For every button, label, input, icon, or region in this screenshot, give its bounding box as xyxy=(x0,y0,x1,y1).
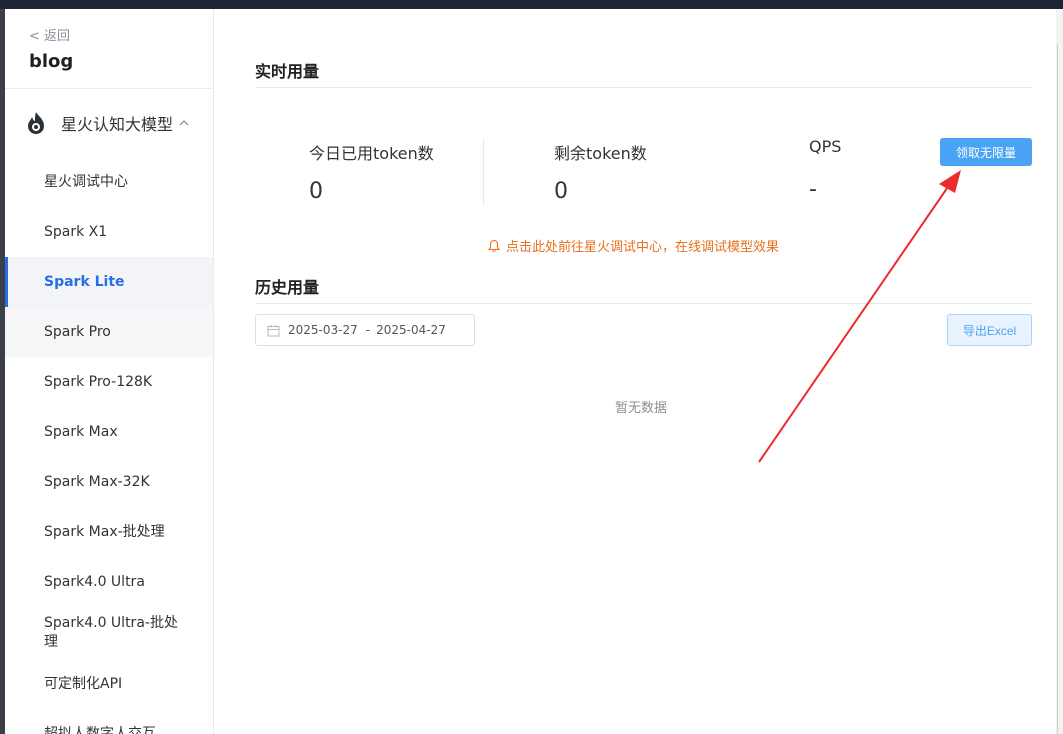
remaining-token-value: 0 xyxy=(554,179,568,204)
sidebar-item-label: Spark Max xyxy=(44,423,118,440)
realtime-divider xyxy=(255,87,1032,88)
sidebar-menu: 星火调试中心 Spark X1 Spark Lite Spark Pro Spa… xyxy=(5,157,213,734)
sidebar-item-spark-pro-128k[interactable]: Spark Pro-128K xyxy=(5,357,213,407)
bell-icon xyxy=(487,239,501,252)
sidebar-item-spark-x1[interactable]: Spark X1 xyxy=(5,207,213,257)
menu-group-spark[interactable]: 星火认知大模型 xyxy=(5,101,213,145)
empty-state-text: 暂无数据 xyxy=(615,401,668,416)
today-token-label: 今日已用token数 xyxy=(309,144,434,163)
sidebar-item-digital-human[interactable]: 超拟人数字人交互 xyxy=(5,709,213,734)
history-divider xyxy=(255,303,1032,304)
notice-text: 点击此处前往星火调试中心，在线调试模型效果 xyxy=(506,240,780,255)
debug-center-notice[interactable]: 点击此处前往星火调试中心，在线调试模型效果 xyxy=(487,236,779,255)
stat-separator xyxy=(483,138,484,206)
sidebar-item-custom-api[interactable]: 可定制化API xyxy=(5,659,213,709)
sidebar-item-spark4-ultra[interactable]: Spark4.0 Ultra xyxy=(5,557,213,607)
sidebar-item-spark-max[interactable]: Spark Max xyxy=(5,407,213,457)
main-content xyxy=(214,9,1063,734)
qps-value: - xyxy=(809,177,817,202)
claim-unlimited-button[interactable]: 领取无限量 xyxy=(940,138,1032,166)
sidebar: < 返回 blog 星火认知大模型 星火调试中心 Spark X1 Spark … xyxy=(5,9,214,734)
start-date[interactable]: 2025-03-27 xyxy=(288,323,358,337)
end-date[interactable]: 2025-04-27 xyxy=(376,323,446,337)
date-range-picker[interactable]: 2025-03-27 - 2025-04-27 xyxy=(255,314,475,346)
sidebar-item-label: Spark Lite xyxy=(44,273,125,290)
sidebar-item-label: Spark X1 xyxy=(44,223,108,240)
sidebar-item-spark-lite[interactable]: Spark Lite xyxy=(5,257,213,307)
sidebar-item-spark-max-32k[interactable]: Spark Max-32K xyxy=(5,457,213,507)
export-excel-button[interactable]: 导出Excel xyxy=(947,314,1032,346)
sidebar-item-label: Spark Max-32K xyxy=(44,473,150,490)
sidebar-item-label: 可定制化API xyxy=(44,675,123,692)
sidebar-item-label: Spark Pro-128K xyxy=(44,373,153,390)
app-name: blog xyxy=(29,51,74,72)
history-usage-title: 历史用量 xyxy=(255,278,320,297)
today-token-value: 0 xyxy=(309,179,323,204)
scrollbar-edge xyxy=(1057,44,1058,734)
sidebar-item-debug-center[interactable]: 星火调试中心 xyxy=(5,157,213,207)
sidebar-item-label: 超拟人数字人交互 xyxy=(44,725,156,734)
sidebar-divider xyxy=(5,88,213,89)
chevron-up-icon[interactable] xyxy=(179,118,189,128)
sidebar-item-spark-max-batch[interactable]: Spark Max-批处理 xyxy=(5,507,213,557)
back-link[interactable]: < 返回 xyxy=(29,25,70,44)
realtime-usage-title: 实时用量 xyxy=(255,62,320,81)
menu-group-label: 星火认知大模型 xyxy=(61,115,174,134)
sidebar-item-label: Spark Max-批处理 xyxy=(44,523,165,540)
sidebar-item-spark-pro[interactable]: Spark Pro xyxy=(5,307,213,357)
spark-flame-icon xyxy=(28,112,44,134)
qps-label: QPS xyxy=(809,137,842,156)
sidebar-item-label: Spark4.0 Ultra xyxy=(44,573,145,590)
window-top-bar xyxy=(0,0,1063,9)
date-range-separator: - xyxy=(365,323,371,337)
sidebar-item-label: Spark4.0 Ultra-批处理 xyxy=(44,615,178,650)
sidebar-item-spark4-ultra-batch[interactable]: Spark4.0 Ultra-批处理 xyxy=(5,607,213,659)
remaining-token-label: 剩余token数 xyxy=(554,144,647,163)
sidebar-item-label: 星火调试中心 xyxy=(44,173,128,190)
sidebar-item-label: Spark Pro xyxy=(44,323,111,340)
calendar-icon xyxy=(267,324,280,336)
